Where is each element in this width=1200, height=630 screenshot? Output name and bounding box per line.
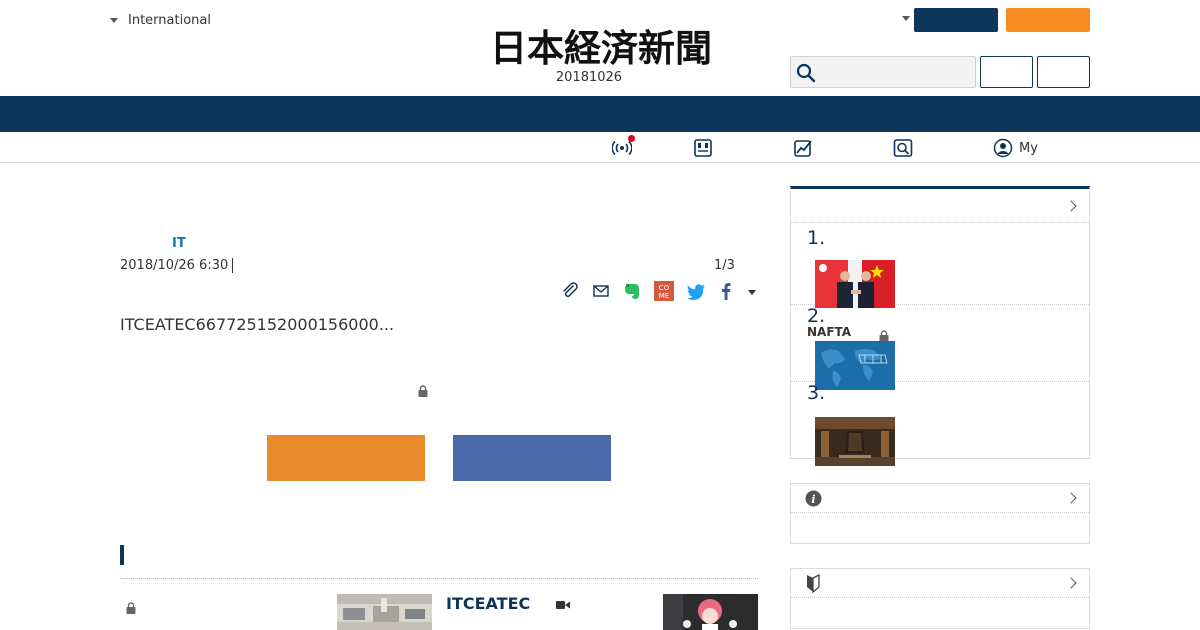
office-photo-image bbox=[337, 594, 432, 630]
ranking-item-2[interactable]: 2. NAFTA bbox=[791, 305, 1089, 390]
nikkei-logo[interactable]: 日本経済新聞 bbox=[452, 26, 750, 70]
email-share-button[interactable] bbox=[590, 280, 612, 302]
beginner-guide-panel bbox=[790, 568, 1090, 629]
svg-text:CO: CO bbox=[659, 284, 670, 292]
search-input[interactable] bbox=[819, 59, 969, 85]
article-category-link[interactable]: IT bbox=[172, 236, 186, 251]
account-caret-icon[interactable] bbox=[902, 16, 910, 21]
related-article-title[interactable]: ITCEATEC bbox=[446, 594, 530, 613]
chevron-right-icon bbox=[1065, 200, 1077, 212]
logo-text: 日本経済新聞 bbox=[490, 28, 712, 68]
paywall-lock-icon bbox=[418, 382, 428, 397]
page-counter: 1/3 bbox=[714, 258, 735, 273]
logo-wordmark: 日本経済新聞 bbox=[490, 26, 712, 70]
related-section-marker bbox=[120, 545, 124, 565]
my-label: My bbox=[1019, 140, 1038, 156]
search-option-button[interactable] bbox=[980, 56, 1033, 88]
article-lead: ITCEATEC667725152000156000... bbox=[120, 315, 395, 334]
premium-lock-icon bbox=[879, 327, 889, 342]
info-icon: i bbox=[805, 490, 822, 507]
market-chart-button[interactable] bbox=[793, 137, 813, 159]
live-broadcast-button[interactable] bbox=[612, 135, 635, 159]
character-photo-image bbox=[663, 594, 758, 630]
login-button[interactable] bbox=[914, 8, 998, 32]
rank-number: 3. bbox=[807, 382, 826, 404]
beginner-mark-icon bbox=[807, 574, 820, 593]
chevron-right-icon bbox=[1065, 492, 1077, 504]
main-navigation-bar bbox=[0, 96, 1200, 132]
video-icon bbox=[556, 601, 570, 609]
ranking-header-link[interactable] bbox=[791, 189, 1089, 223]
paperclip-icon bbox=[563, 282, 578, 298]
search-icon bbox=[796, 63, 816, 83]
come-share-button[interactable]: CO ME bbox=[653, 280, 675, 302]
evernote-icon bbox=[625, 284, 639, 299]
publish-date: 2018/10/26 6:30 bbox=[120, 258, 229, 273]
caret-down-icon bbox=[110, 17, 118, 23]
my-page-button[interactable]: My bbox=[993, 137, 1038, 159]
ranking-item-1[interactable]: 1. bbox=[791, 223, 1089, 308]
login-cta-button[interactable] bbox=[453, 435, 611, 481]
rank-title: NAFTA bbox=[807, 325, 852, 339]
facebook-icon bbox=[722, 283, 731, 300]
ranking-item-3[interactable]: 3. bbox=[791, 382, 1089, 466]
chart-icon bbox=[794, 140, 812, 157]
edition-label: International bbox=[128, 12, 211, 28]
ranking-thumbnail bbox=[815, 417, 895, 466]
search-field[interactable] bbox=[790, 56, 976, 88]
ranking-thumbnail bbox=[815, 260, 895, 308]
tool-strip: My bbox=[0, 132, 1200, 163]
chevron-right-icon bbox=[1065, 577, 1077, 589]
rank-number: 2. bbox=[807, 305, 826, 327]
subscribe-button[interactable] bbox=[1006, 8, 1090, 32]
edition-selector[interactable]: International bbox=[110, 11, 211, 29]
site-header: International 日本経済新聞 20181026 bbox=[0, 0, 1200, 96]
bell-hall-image bbox=[815, 417, 895, 466]
facebook-share-button[interactable] bbox=[715, 280, 737, 302]
twitter-icon bbox=[687, 284, 705, 300]
twitter-share-button[interactable] bbox=[685, 280, 707, 302]
magnifier-icon bbox=[893, 139, 913, 157]
info-header-link[interactable]: i bbox=[791, 484, 1089, 513]
section-divider bbox=[120, 578, 758, 579]
search-submit-button[interactable] bbox=[1037, 56, 1090, 88]
come-icon: CO ME bbox=[654, 281, 674, 301]
related-video-thumbnail[interactable] bbox=[663, 594, 758, 630]
evernote-share-button[interactable] bbox=[621, 280, 643, 302]
related-lock-icon bbox=[126, 599, 136, 614]
date-divider bbox=[232, 258, 233, 273]
notification-dot bbox=[628, 135, 635, 142]
related-article-thumbnail[interactable] bbox=[337, 594, 432, 630]
clip-button[interactable] bbox=[559, 280, 581, 302]
leaders-handshake-image bbox=[815, 260, 895, 308]
guide-header-link[interactable] bbox=[791, 569, 1089, 598]
svg-text:i: i bbox=[811, 493, 815, 506]
mail-icon bbox=[593, 285, 609, 297]
svg-text:ME: ME bbox=[659, 292, 669, 300]
user-icon bbox=[993, 138, 1013, 158]
paper-viewer-icon bbox=[694, 139, 712, 157]
newspaper-viewer-button[interactable] bbox=[693, 137, 713, 159]
subscribe-cta-button[interactable] bbox=[267, 435, 425, 481]
ranking-panel: 1. 2. NAFTA 3. bbox=[790, 186, 1090, 466]
rank-number: 1. bbox=[807, 227, 826, 249]
info-panel: i bbox=[790, 483, 1090, 544]
share-more-caret-icon[interactable] bbox=[748, 290, 756, 295]
search-tool-button[interactable] bbox=[893, 137, 913, 159]
